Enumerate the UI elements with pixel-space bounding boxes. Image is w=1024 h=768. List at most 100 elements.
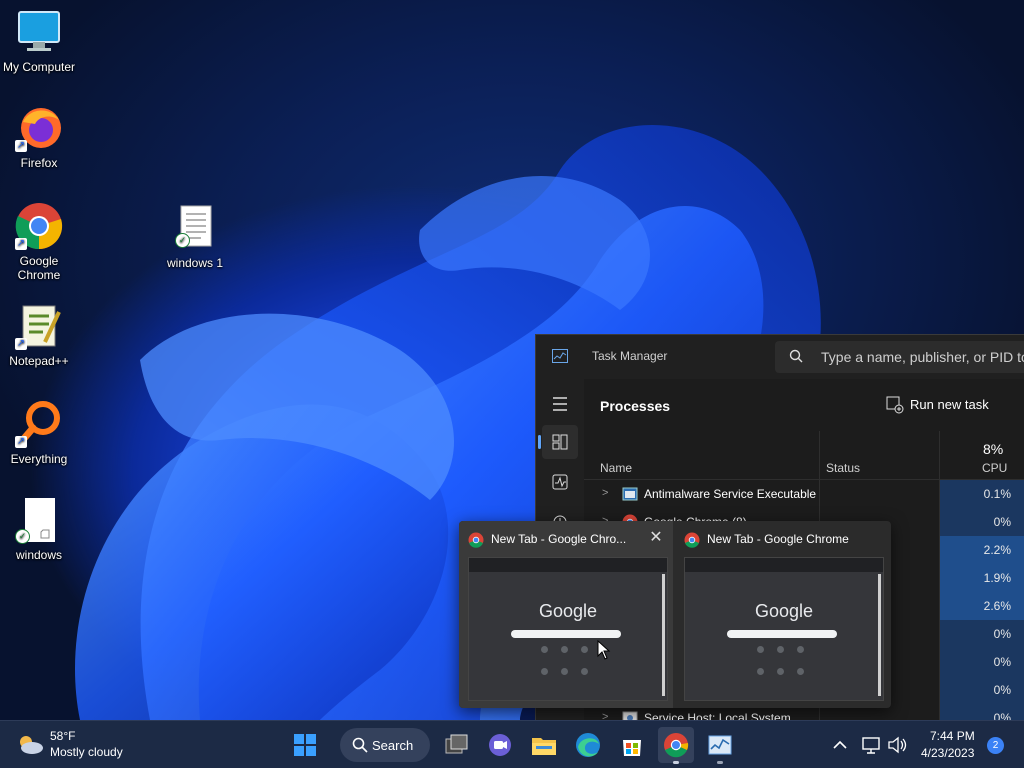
- hamburger-menu-button[interactable]: [542, 387, 578, 421]
- show-hidden-icons-button[interactable]: [822, 727, 858, 763]
- desktop-icon-label: Everything: [10, 452, 68, 466]
- edge-browser-button[interactable]: [570, 727, 606, 763]
- run-task-icon: [886, 396, 904, 417]
- preview-shortcut-tiles: [541, 646, 601, 686]
- desktop-icon-windows-1[interactable]: ✓ windows 1: [156, 204, 234, 270]
- cpu-value: 1.9%: [940, 564, 1024, 592]
- desktop-icon-label: Google Chrome: [17, 254, 61, 282]
- shortcut-arrow-icon: ↗: [15, 436, 27, 448]
- cpu-total-percent: 8%: [983, 441, 1004, 457]
- column-header-name[interactable]: Name: [600, 461, 632, 475]
- chrome-taskbar-button[interactable]: [658, 727, 694, 764]
- service-exe-icon: [622, 486, 638, 502]
- desktop-icon-firefox[interactable]: ↗ Firefox: [0, 104, 78, 170]
- search-label: Search: [372, 738, 414, 753]
- teams-chat-button[interactable]: [482, 727, 518, 763]
- chrome-icon: [468, 532, 484, 548]
- task-view-button[interactable]: [438, 727, 474, 763]
- cpu-value: 0%: [940, 704, 1024, 721]
- desktop-icon-label: Firefox: [20, 156, 58, 170]
- preview-shortcut-tiles: [757, 646, 817, 686]
- close-icon[interactable]: ✕: [647, 527, 665, 549]
- cpu-value: 0%: [940, 620, 1024, 648]
- search-icon: [352, 737, 368, 758]
- cpu-value: 0%: [940, 676, 1024, 704]
- weather-temperature: 58°F: [50, 729, 76, 743]
- desktop-icon-label: windows: [15, 548, 63, 562]
- preview-google-logo: Google: [754, 601, 814, 621]
- magnifier-icon: ↗: [15, 400, 63, 448]
- run-new-task-button[interactable]: Run new task: [886, 396, 989, 414]
- start-button[interactable]: [287, 727, 323, 763]
- chrome-thumbnail-popup: New Tab - Google Chro... ✕ Google New Ta…: [459, 521, 891, 708]
- nav-processes-button[interactable]: [538, 425, 578, 459]
- preview-toolbar: [685, 558, 883, 572]
- desktop-icon-notepad-plus-plus[interactable]: ↗ Notepad++: [0, 302, 78, 368]
- notification-badge[interactable]: 2: [987, 737, 1004, 754]
- network-icon[interactable]: [860, 727, 884, 763]
- taskbar-search-button[interactable]: Search: [340, 728, 430, 762]
- desktop-icon-my-computer[interactable]: My Computer: [0, 8, 78, 74]
- task-manager-titlebar[interactable]: Task Manager Type a name, publisher, or …: [536, 335, 1024, 379]
- taskbar: 58°F Mostly cloudy Search 7:44 PM 4/23/2…: [0, 720, 1024, 768]
- notepad-plus-plus-icon: ↗: [15, 302, 63, 350]
- chrome-icon: ↗: [15, 202, 63, 250]
- task-manager-app-icon: [552, 349, 568, 368]
- synced-check-icon: ✓: [15, 529, 30, 544]
- firefox-icon: ↗: [15, 104, 63, 152]
- desktop-icon-everything[interactable]: ↗ Everything: [0, 400, 78, 466]
- thumbnail-preview: Google: [468, 557, 668, 701]
- chrome-icon: [684, 532, 700, 548]
- preview-google-logo: Google: [538, 601, 598, 621]
- nav-performance-button[interactable]: [542, 465, 578, 499]
- search-placeholder: Type a name, publisher, or PID to: [821, 349, 1024, 365]
- cpu-value: 2.2%: [940, 536, 1024, 564]
- preview-scrollbar: [878, 574, 881, 696]
- search-input[interactable]: Type a name, publisher, or PID to: [775, 341, 1024, 373]
- preview-search-box: [727, 630, 837, 638]
- window-thumbnail[interactable]: New Tab - Google Chro... ✕ Google: [459, 521, 673, 708]
- task-manager-taskbar-button[interactable]: [702, 727, 738, 764]
- cpu-value: 2.6%: [940, 592, 1024, 620]
- desktop-icon-label: windows 1: [166, 256, 224, 270]
- cpu-value: 0%: [940, 508, 1024, 536]
- desktop-icon-windows[interactable]: ✓ windows: [0, 496, 78, 562]
- preview-toolbar: [469, 558, 667, 572]
- preview-scrollbar: [662, 574, 665, 696]
- search-icon: [789, 349, 803, 368]
- thumbnail-title: New Tab - Google Chro...: [491, 532, 627, 546]
- window-thumbnail[interactable]: New Tab - Google Chrome Google: [675, 521, 889, 708]
- chevron-right-icon[interactable]: >: [602, 487, 608, 499]
- table-row[interactable]: > Antimalware Service Executable 0.1%: [584, 480, 1024, 508]
- page-title: Processes: [600, 398, 671, 414]
- weather-description: Mostly cloudy: [50, 745, 123, 759]
- shortcut-arrow-icon: ↗: [15, 338, 27, 350]
- shortcut-arrow-icon: ↗: [15, 140, 27, 152]
- table-header: Name Status 8% CPU: [584, 431, 1024, 480]
- thumbnail-preview: Google: [684, 557, 884, 701]
- volume-icon[interactable]: [886, 727, 910, 763]
- synced-check-icon: ✓: [175, 233, 190, 248]
- window-title: Task Manager: [592, 349, 668, 363]
- run-new-task-label: Run new task: [910, 397, 989, 412]
- preview-search-box: [511, 630, 621, 638]
- text-document-icon: ✓: [171, 204, 219, 252]
- thumbnail-title: New Tab - Google Chrome: [707, 532, 849, 546]
- desktop-icon-google-chrome[interactable]: ↗ Google Chrome: [0, 202, 78, 282]
- microsoft-store-button[interactable]: [614, 727, 650, 763]
- file-explorer-button[interactable]: [526, 727, 562, 763]
- shortcut-arrow-icon: ↗: [15, 238, 27, 250]
- cpu-value: 0.1%: [940, 480, 1024, 508]
- column-header-cpu[interactable]: CPU: [982, 461, 1007, 475]
- desktop-icon-label: Notepad++: [9, 354, 69, 368]
- clock-time[interactable]: 7:44 PM: [930, 729, 975, 743]
- running-indicator: [673, 761, 679, 764]
- blank-document-icon: ✓: [15, 496, 63, 544]
- weather-widget[interactable]: 58°F Mostly cloudy: [16, 727, 156, 763]
- clock-date[interactable]: 4/23/2023: [921, 746, 974, 760]
- running-indicator: [717, 761, 723, 764]
- mouse-cursor-icon: [597, 640, 611, 660]
- column-header-status[interactable]: Status: [826, 461, 860, 475]
- cloudy-weather-icon: [16, 733, 44, 762]
- process-name: Antimalware Service Executable: [644, 487, 817, 501]
